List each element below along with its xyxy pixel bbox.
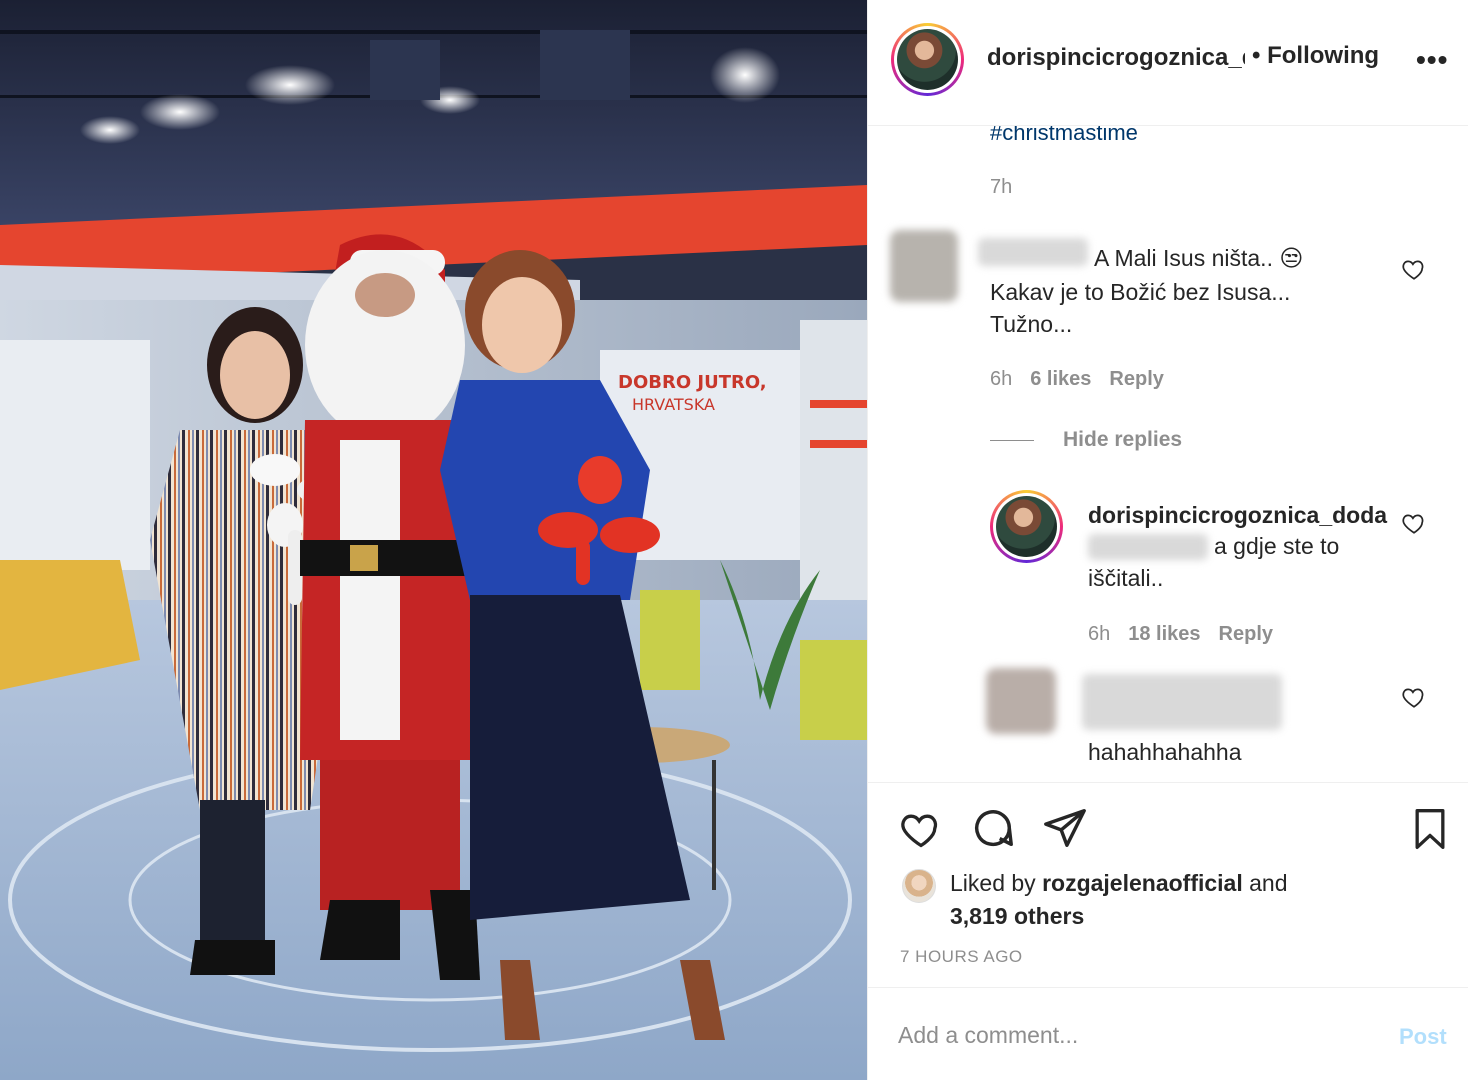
comment-meta: 6h 6 likes Reply <box>990 368 1182 391</box>
reply-meta: 6h 18 likes Reply <box>1088 623 1291 646</box>
add-comment-input[interactable] <box>898 1022 1378 1049</box>
add-comment-bar: Post <box>868 987 1468 1080</box>
author-username[interactable]: dorispincicrogoznica_doda <box>987 44 1245 72</box>
author-avatar[interactable] <box>891 23 964 96</box>
reply-author-avatar[interactable] <box>990 490 1063 563</box>
follow-status[interactable]: • Following <box>1252 42 1379 70</box>
comment-time: 6h <box>990 368 1013 390</box>
liked-by-and: and <box>1249 870 1288 896</box>
liked-by-text: Liked by rozgajelenaofficial and 3,819 o… <box>950 867 1350 933</box>
hide-replies-button[interactable]: Hide replies <box>1063 428 1182 452</box>
comment-text: Kakav je to Božić bez Isusa... <box>990 279 1291 305</box>
more-options-icon[interactable]: ••• <box>1416 44 1448 76</box>
comment-like-heart-icon[interactable] <box>1401 256 1427 282</box>
post-comment-button[interactable]: Post <box>1399 1024 1447 1050</box>
commenter-username[interactable] <box>978 238 1088 266</box>
reply-time: 6h <box>1088 623 1111 645</box>
liked-by-prefix: Liked by <box>950 870 1036 896</box>
comment-likes[interactable]: 6 likes <box>1030 368 1091 390</box>
comment-icon[interactable] <box>970 805 1016 851</box>
liked-by-others[interactable]: 3,819 others <box>950 903 1084 929</box>
bookmark-icon[interactable] <box>1408 805 1452 853</box>
hide-replies-line <box>990 440 1034 441</box>
comments-list[interactable]: #christmastime 7h A Mali Isus ništa.. 😒 … <box>868 126 1468 782</box>
commenter-avatar[interactable] <box>890 230 958 302</box>
post-sidebar: dorispincicrogoznica_doda • Following ••… <box>867 0 1468 1080</box>
comment-like-heart-icon[interactable] <box>1401 684 1427 710</box>
svg-text:HRVATSKA: HRVATSKA <box>632 395 715 414</box>
reply-reply-button[interactable]: Reply <box>1219 623 1273 645</box>
reply-text: a gdje ste to <box>1214 533 1340 559</box>
commenter-username[interactable] <box>1082 674 1282 730</box>
comment-text: hahahhahahha <box>1088 739 1242 765</box>
caption-time: 7h <box>990 176 1013 198</box>
liker-avatar[interactable] <box>902 869 936 903</box>
reply-button[interactable]: Reply <box>1109 368 1163 390</box>
reply-username[interactable]: dorispincicrogoznica_doda <box>1088 502 1387 529</box>
comment-text: Tužno... <box>990 311 1073 337</box>
liker-username[interactable]: rozgajelenaofficial <box>1042 870 1243 896</box>
post-actions: Liked by rozgajelenaofficial and 3,819 o… <box>868 782 1468 987</box>
post-header: dorispincicrogoznica_doda • Following ••… <box>868 0 1468 126</box>
following-label[interactable]: Following <box>1267 42 1379 69</box>
heart-icon[interactable] <box>898 807 944 851</box>
post-photo[interactable]: DOBRO JUTRO, HRVATSKA <box>0 0 867 1080</box>
mentioned-user[interactable] <box>1088 534 1208 560</box>
svg-text:DOBRO JUTRO,: DOBRO JUTRO, <box>618 372 767 393</box>
share-icon[interactable] <box>1042 805 1088 851</box>
commenter-avatar[interactable] <box>986 668 1056 734</box>
post-image: DOBRO JUTRO, HRVATSKA <box>0 0 867 1080</box>
post-timestamp[interactable]: 7 HOURS AGO <box>900 947 1023 967</box>
reply-likes[interactable]: 18 likes <box>1128 623 1200 645</box>
reply-text: iščitali.. <box>1088 565 1164 591</box>
separator-dot: • <box>1252 42 1261 69</box>
comment-text: A Mali Isus ništa.. 😒 <box>1094 245 1304 271</box>
caption-hashtag[interactable]: #christmastime <box>990 126 1138 146</box>
reply-like-heart-icon[interactable] <box>1401 510 1427 536</box>
